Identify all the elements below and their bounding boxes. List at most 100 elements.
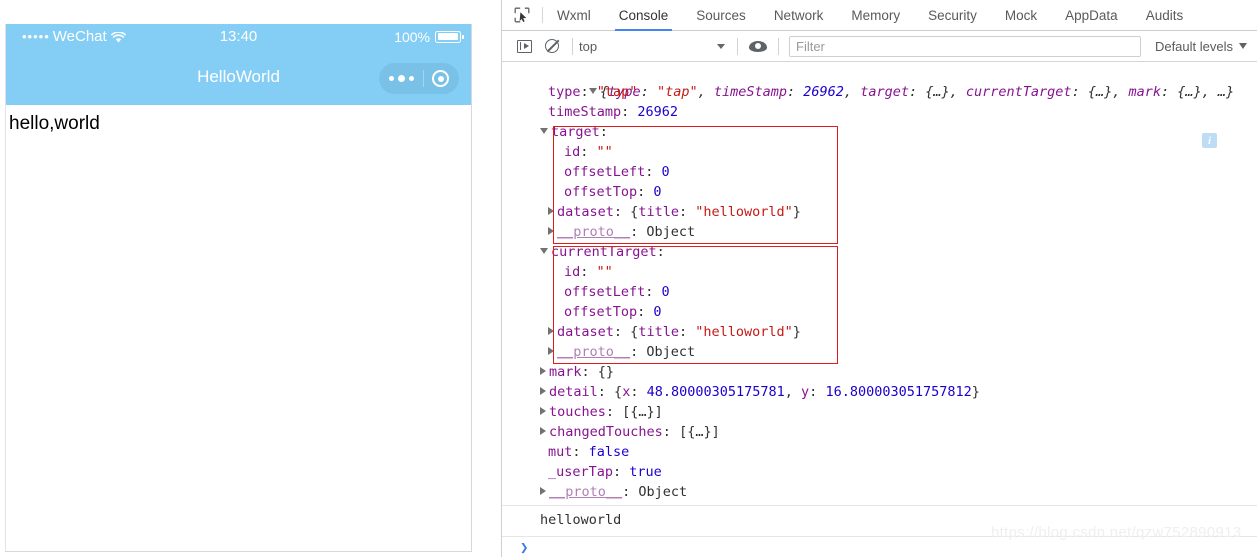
property-colon: : <box>613 204 631 220</box>
property-key: dataset <box>557 204 614 220</box>
property-key: offsetTop <box>564 184 638 200</box>
console-prompt-chevron-icon[interactable]: ❯ <box>520 540 528 556</box>
property-key: offsetTop <box>564 304 638 320</box>
console-property-offsetleft[interactable]: offsetLeft: 0 <box>502 162 1257 182</box>
property-key: _userTap <box>548 464 614 480</box>
property-key: __proto__ <box>549 484 623 500</box>
console-property-id[interactable]: id: "" <box>502 262 1257 282</box>
console-property-proto[interactable]: __proto__: Object <box>502 222 1257 242</box>
disclosure-triangle-closed-icon[interactable] <box>548 207 554 215</box>
console-property-changedtouches[interactable]: changedTouches: [{…}] <box>502 422 1257 442</box>
console-property-mark[interactable]: mark: {} <box>502 362 1257 382</box>
console-property-offsettop[interactable]: offsetTop: 0 <box>502 182 1257 202</box>
execution-context-value: top <box>579 38 598 54</box>
console-object-summary[interactable]: {type: "tap", timeStamp: 26962, target: … <box>502 62 1257 100</box>
property-key: __proto__ <box>557 344 631 360</box>
property-value: {} <box>597 364 615 380</box>
property-colon: : <box>580 144 597 160</box>
property-value: "" <box>596 144 613 160</box>
disclosure-triangle-closed-icon[interactable] <box>540 427 546 435</box>
property-key: touches <box>549 404 606 420</box>
tab-label: Sources <box>696 7 746 23</box>
tab-label: Console <box>618 7 669 23</box>
log-levels-dropdown[interactable]: Default levels <box>1147 39 1257 54</box>
property-colon: : <box>580 84 597 100</box>
capsule-button-group[interactable] <box>379 63 459 94</box>
tab-mock[interactable]: Mock <box>991 0 1051 30</box>
tab-console[interactable]: Console <box>605 0 683 31</box>
property-key: detail <box>549 384 598 400</box>
disclosure-triangle-closed-icon[interactable] <box>540 367 546 375</box>
console-property-proto[interactable]: __proto__: Object <box>502 482 1257 502</box>
console-property-offsettop[interactable]: offsetTop: 0 <box>502 302 1257 322</box>
property-value: "" <box>596 264 613 280</box>
tab-appdata[interactable]: AppData <box>1051 0 1132 30</box>
property-colon: : <box>581 364 598 380</box>
property-colon: : <box>630 344 647 360</box>
console-property-currenttarget[interactable]: currentTarget: <box>502 242 1257 262</box>
tab-label: Network <box>773 7 824 23</box>
disclosure-triangle-closed-icon[interactable] <box>540 487 546 495</box>
eye-icon[interactable] <box>744 31 772 62</box>
colon: : <box>630 384 647 400</box>
property-key: offsetLeft <box>564 164 646 180</box>
disclosure-triangle-open-icon[interactable] <box>540 248 548 254</box>
dataset-title-key: title <box>638 324 679 340</box>
tab-label: AppData <box>1065 7 1118 23</box>
console-property-offsetleft[interactable]: offsetLeft: 0 <box>502 282 1257 302</box>
inspect-cursor-icon[interactable] <box>502 0 542 30</box>
console-property-id[interactable]: id: "" <box>502 142 1257 162</box>
disclosure-triangle-open-icon[interactable] <box>540 128 548 134</box>
console-property-dataset[interactable]: dataset: {title: "helloworld"} <box>502 322 1257 342</box>
tab-sources[interactable]: Sources <box>682 0 760 30</box>
filter-input[interactable] <box>789 35 1141 57</box>
tab-wxml[interactable]: Wxml <box>543 0 605 30</box>
execution-context-select[interactable]: top <box>579 31 731 62</box>
console-property-usertap[interactable]: _userTap: true <box>502 462 1257 482</box>
property-value: [{…}] <box>622 404 663 420</box>
console-property-detail[interactable]: detail: {x: 48.80000305175781, y: 16.800… <box>502 382 1257 402</box>
brace: { <box>614 384 623 400</box>
console-property-dataset[interactable]: dataset: {title: "helloworld"} <box>502 202 1257 222</box>
disclosure-triangle-closed-icon[interactable] <box>540 407 546 415</box>
tab-audits[interactable]: Audits <box>1132 0 1198 30</box>
console-property-target[interactable]: target: <box>502 122 1257 142</box>
property-value: 0 <box>653 184 662 200</box>
brace: } <box>792 204 801 220</box>
console-property-touches[interactable]: touches: [{…}] <box>502 402 1257 422</box>
disclosure-triangle-closed-icon[interactable] <box>548 347 554 355</box>
more-dots-icon[interactable] <box>389 75 414 82</box>
disclosure-triangle-closed-icon[interactable] <box>548 327 554 335</box>
simulator-bottom-border <box>5 551 472 552</box>
brace: } <box>971 384 980 400</box>
toolbar-divider-1 <box>572 37 573 55</box>
property-key: id <box>564 264 581 280</box>
tab-network[interactable]: Network <box>760 0 838 30</box>
colon: : <box>678 204 696 220</box>
capsule-divider <box>422 70 424 87</box>
console-property-mut[interactable]: mut: false <box>502 442 1257 462</box>
console-property-lines: type: "tap" timeStamp: 26962 target: id: ""… <box>502 82 1257 502</box>
disclosure-triangle-closed-icon[interactable] <box>548 227 554 235</box>
tab-security[interactable]: Security <box>914 0 991 30</box>
sidebar-toggle-icon[interactable] <box>510 31 538 62</box>
property-value: false <box>588 444 630 460</box>
property-key: offsetLeft <box>564 284 646 300</box>
simulator-right-border <box>471 24 472 552</box>
console-output-area[interactable]: {type: "tap", timeStamp: 26962, target: … <box>502 62 1257 557</box>
watermark-text: https://blog.csdn.net/qzw752890913 <box>991 524 1242 541</box>
console-property-timestamp[interactable]: timeStamp: 26962 <box>502 102 1257 122</box>
property-colon: : <box>613 324 631 340</box>
tab-label: Audits <box>1145 7 1184 23</box>
tab-memory[interactable]: Memory <box>837 0 914 30</box>
console-property-type[interactable]: type: "tap" <box>502 82 1257 102</box>
property-value: 26962 <box>637 104 679 120</box>
disclosure-triangle-closed-icon[interactable] <box>540 387 546 395</box>
detail-x-value: 48.80000305175781 <box>646 384 785 400</box>
dataset-title-value: "helloworld" <box>695 324 793 340</box>
simulator-page-body[interactable]: hello,world <box>6 105 471 552</box>
console-property-proto[interactable]: __proto__: Object <box>502 342 1257 362</box>
target-circle-icon[interactable] <box>432 70 449 87</box>
clear-console-ban-icon[interactable] <box>538 31 566 62</box>
hello-world-text[interactable]: hello,world <box>9 113 100 135</box>
